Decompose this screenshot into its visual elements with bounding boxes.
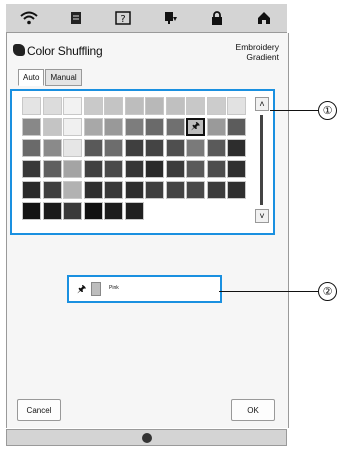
thread-color-cell[interactable] (42, 139, 62, 157)
thread-color-cell[interactable] (83, 181, 103, 199)
current-thread-display: 🖈 Pink (67, 275, 222, 303)
thread-color-cell[interactable] (145, 181, 164, 199)
thread-color-cell[interactable] (206, 97, 226, 115)
svg-text:?: ? (120, 14, 125, 25)
thread-color-cell[interactable] (63, 97, 82, 115)
thread-color-cell[interactable] (63, 181, 82, 199)
thread-color-cell[interactable] (83, 160, 103, 178)
help-icon[interactable]: ? (112, 8, 134, 28)
thread-color-cell[interactable] (124, 160, 144, 178)
thread-color-cell[interactable] (104, 139, 123, 157)
scroll-up-button[interactable]: ˄ (255, 97, 269, 111)
thread-color-cell[interactable] (63, 118, 82, 136)
thread-color-cell[interactable] (22, 202, 41, 220)
thread-color-cell[interactable] (42, 97, 62, 115)
mode-tabs: Auto Manual (18, 69, 82, 86)
home-icon[interactable] (253, 8, 275, 28)
thread-color-cell[interactable] (165, 139, 185, 157)
mode-line-1: Embroidery (235, 42, 279, 52)
screen-header: Color Shuffling Embroidery Gradient (13, 41, 279, 67)
thread-color-cell[interactable] (145, 97, 164, 115)
thread-color-cell[interactable] (227, 97, 246, 115)
callout-2-leader (219, 291, 318, 292)
thread-color-cell[interactable] (227, 118, 246, 136)
color-shuffling-screen: Color Shuffling Embroidery Gradient Auto… (6, 33, 289, 428)
thread-color-cell[interactable] (145, 118, 164, 136)
tab-manual[interactable]: Manual (45, 69, 82, 86)
thread-color-cell[interactable] (165, 160, 185, 178)
tab-auto[interactable]: Auto (18, 69, 45, 86)
threading-icon[interactable] (159, 8, 181, 28)
thread-color-cell[interactable] (165, 97, 185, 115)
mode-label: Embroidery Gradient (189, 42, 279, 62)
thread-palette: 🖈 ˄ ˅ (10, 89, 275, 235)
thread-color-cell[interactable] (22, 97, 41, 115)
thread-color-cell[interactable] (206, 181, 226, 199)
thread-color-cell[interactable] (186, 181, 205, 199)
thread-color-cell[interactable] (124, 139, 144, 157)
thread-color-cell[interactable] (42, 160, 62, 178)
ok-button[interactable]: OK (231, 399, 275, 421)
thread-color-cell[interactable] (42, 181, 62, 199)
thread-color-cell[interactable] (227, 139, 246, 157)
callout-1-leader (270, 110, 318, 111)
scroll-down-button[interactable]: ˅ (255, 209, 269, 223)
thread-color-cell[interactable] (104, 181, 123, 199)
document-icon[interactable] (65, 8, 87, 28)
thread-color-cell[interactable] (42, 202, 62, 220)
thread-color-cell[interactable] (63, 160, 82, 178)
thread-color-cell[interactable] (83, 97, 103, 115)
color-grid: 🖈 (22, 97, 248, 222)
thread-color-cell[interactable] (145, 160, 164, 178)
thread-color-cell[interactable] (22, 181, 41, 199)
thread-color-cell[interactable] (83, 139, 103, 157)
top-toolbar: ? (6, 4, 287, 33)
callout-2: ② (318, 282, 337, 301)
bottom-bar (6, 429, 287, 446)
lock-icon[interactable] (206, 8, 228, 28)
wifi-icon[interactable] (18, 8, 40, 28)
needle-icon: 🖈 (77, 284, 87, 295)
thread-color-cell[interactable] (186, 97, 205, 115)
thread-color-cell[interactable] (165, 118, 185, 136)
thread-color-cell[interactable] (63, 139, 82, 157)
thread-color-cell[interactable]: 🖈 (185, 117, 206, 137)
thread-color-cell[interactable] (186, 160, 205, 178)
page-title: Color Shuffling (27, 44, 103, 58)
needle-icon: 🖈 (190, 120, 201, 132)
thread-color-cell[interactable] (63, 202, 82, 220)
current-thread-name: Pink (109, 285, 119, 291)
scroll-track[interactable] (260, 115, 263, 205)
thread-color-cell[interactable] (206, 139, 226, 157)
mode-line-2: Gradient (246, 52, 279, 62)
thread-color-cell[interactable] (145, 139, 164, 157)
thread-color-cell[interactable] (186, 139, 205, 157)
thread-color-cell[interactable] (206, 160, 226, 178)
home-button-icon[interactable] (142, 433, 152, 443)
thread-color-cell[interactable] (227, 181, 246, 199)
thread-color-cell[interactable] (104, 118, 123, 136)
thread-color-cell[interactable] (165, 181, 185, 199)
thread-color-cell[interactable] (22, 118, 41, 136)
current-thread-swatch (91, 282, 101, 296)
thread-color-cell[interactable] (124, 181, 144, 199)
cancel-button[interactable]: Cancel (17, 399, 61, 421)
thread-color-cell[interactable] (104, 202, 123, 220)
thread-color-cell[interactable] (42, 118, 62, 136)
thread-color-cell[interactable] (104, 97, 123, 115)
thread-color-cell[interactable] (22, 160, 41, 178)
thread-color-cell[interactable] (83, 202, 103, 220)
thread-color-cell[interactable] (206, 118, 226, 136)
palette-scrollbar[interactable]: ˄ ˅ (255, 97, 269, 225)
thread-color-cell[interactable] (124, 202, 144, 220)
device-frame: ? Color Shuffling Embroidery Gradient Au… (6, 0, 289, 450)
thread-color-cell[interactable] (227, 160, 246, 178)
thread-color-cell[interactable] (83, 118, 103, 136)
thread-color-cell[interactable] (124, 97, 144, 115)
thread-color-cell[interactable] (104, 160, 123, 178)
color-shuffling-icon (13, 44, 25, 56)
callout-1: ① (318, 101, 337, 120)
thread-color-cell[interactable] (22, 139, 41, 157)
thread-color-cell[interactable] (124, 118, 144, 136)
